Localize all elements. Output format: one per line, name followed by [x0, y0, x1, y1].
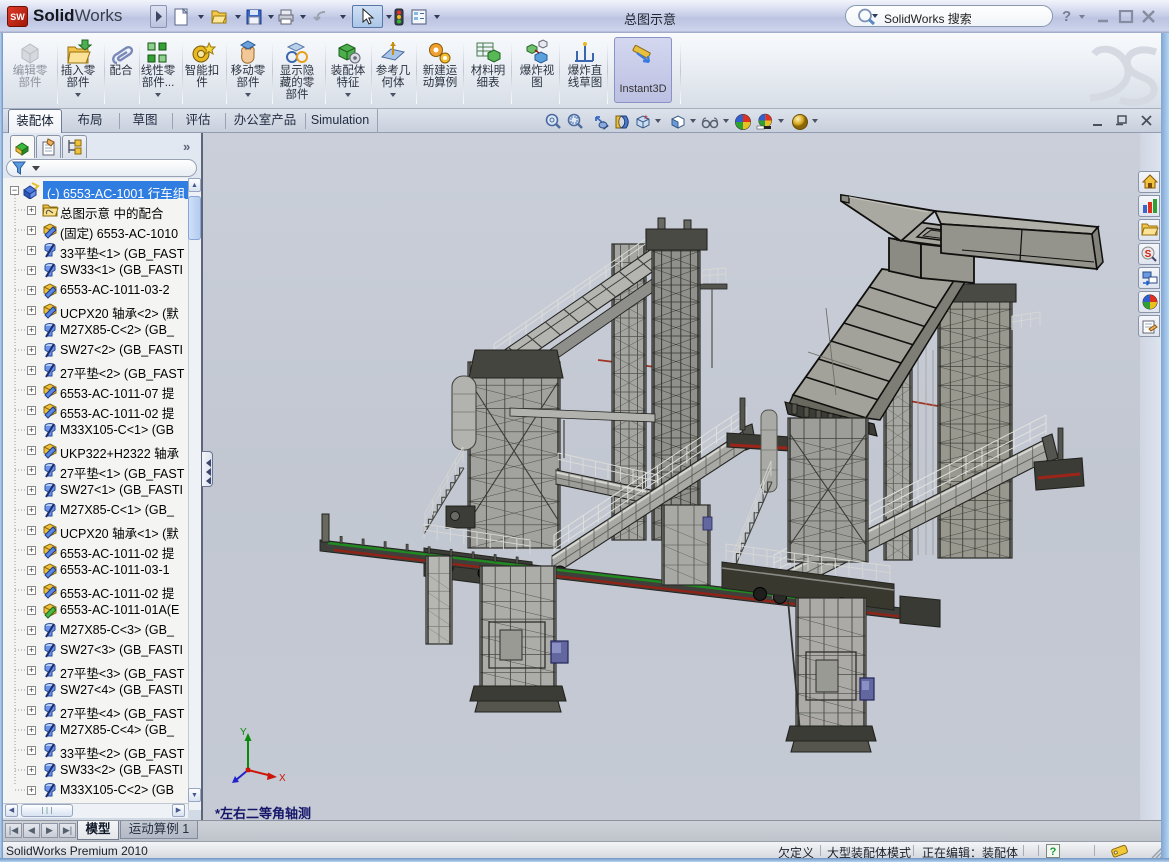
svg-text:?: ? [1050, 846, 1057, 858]
svg-text:*左右二等角轴测: *左右二等角轴测 [215, 806, 311, 820]
svg-text:±: ± [644, 114, 648, 121]
svg-text:Y: Y [240, 727, 247, 738]
svg-text:S: S [1145, 249, 1152, 260]
svg-text:SW: SW [10, 12, 25, 22]
svg-text:X: X [279, 773, 286, 784]
